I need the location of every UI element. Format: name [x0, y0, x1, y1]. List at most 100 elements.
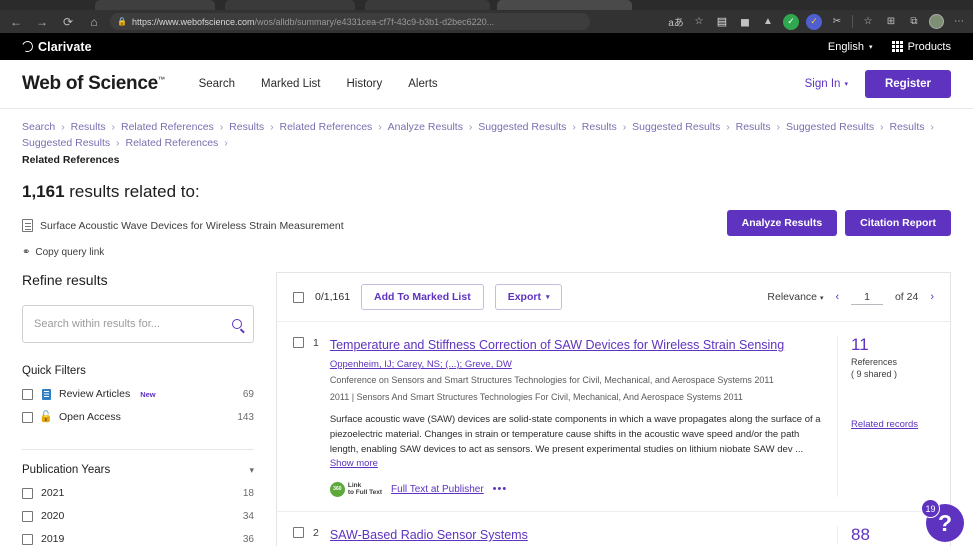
- link-to-full-text-badge[interactable]: 360 Link to Full Text: [329, 481, 382, 497]
- triangle-icon[interactable]: ▲: [760, 14, 776, 30]
- reload-icon[interactable]: ⟳: [58, 13, 78, 31]
- record-authors[interactable]: Oppenheim, IJ; Carey, NS; (...); Greve, …: [330, 359, 826, 370]
- breadcrumb-item[interactable]: Suggested Results: [22, 137, 110, 149]
- analyze-results-button[interactable]: Analyze Results: [726, 210, 838, 236]
- scissors-icon[interactable]: ✂: [829, 14, 845, 30]
- filter-year-2019[interactable]: 2019 36: [22, 533, 254, 545]
- language-selector[interactable]: English ▾: [828, 41, 873, 53]
- search-within-results[interactable]: [22, 305, 254, 343]
- nav-item-search[interactable]: Search: [199, 78, 235, 90]
- wos-logo[interactable]: Web of Science™: [22, 73, 165, 95]
- show-more-link[interactable]: Show more: [330, 458, 378, 469]
- products-menu[interactable]: Products: [892, 41, 951, 53]
- reference-label: References: [851, 357, 898, 367]
- back-arrow-icon[interactable]: ←: [6, 13, 26, 31]
- copy-query-link[interactable]: ⚭ Copy query link: [22, 247, 951, 258]
- home-icon[interactable]: ⌂: [84, 13, 104, 31]
- breadcrumb-item[interactable]: Results: [889, 121, 924, 133]
- mask-icon[interactable]: ▅: [737, 14, 753, 30]
- browser-tab[interactable]: [95, 0, 215, 10]
- record-metrics: 88: [837, 525, 934, 544]
- breadcrumb-item[interactable]: Related References: [280, 121, 373, 133]
- blue-check-icon[interactable]: ✓: [806, 13, 822, 30]
- checkbox[interactable]: [22, 388, 33, 400]
- page-number-input[interactable]: 1: [851, 290, 883, 305]
- add-collection-icon[interactable]: ⊞: [883, 14, 899, 30]
- filter-review-articles[interactable]: Review Articles New 69: [22, 388, 254, 400]
- breadcrumb-item[interactable]: Suggested Results: [786, 121, 874, 133]
- search-within-input[interactable]: [34, 318, 232, 330]
- breadcrumb-item[interactable]: Analyze Results: [388, 121, 463, 133]
- chevron-down-icon[interactable]: ▾: [249, 465, 254, 476]
- document-icon[interactable]: ▤: [714, 14, 730, 30]
- forward-arrow-icon[interactable]: →: [32, 13, 52, 31]
- read-aloud-icon[interactable]: aあ: [668, 14, 684, 30]
- checkbox[interactable]: [22, 487, 33, 499]
- reference-count: 11: [851, 335, 869, 354]
- checkbox[interactable]: [22, 510, 33, 522]
- breadcrumb-separator: ›: [108, 121, 118, 133]
- full-text-at-publisher-link[interactable]: Full Text at Publisher: [391, 484, 484, 495]
- address-bar[interactable]: 🔒 https://www.webofscience.com/wos/alldb…: [110, 13, 590, 30]
- full-text-circle-icon: 360: [329, 481, 345, 497]
- breadcrumb-item[interactable]: Suggested Results: [478, 121, 566, 133]
- results-action-buttons: Analyze Results Citation Report: [726, 210, 951, 236]
- checkbox[interactable]: [22, 533, 33, 545]
- record-title-link[interactable]: Temperature and Stiffness Correction of …: [330, 338, 784, 352]
- help-notification-badge[interactable]: 19: [921, 499, 940, 518]
- wos-logo-text: Web of Science: [22, 73, 158, 94]
- nav-item-alerts[interactable]: Alerts: [408, 78, 437, 90]
- export-button[interactable]: Export ▾: [494, 284, 563, 310]
- breadcrumb-separator: ›: [927, 121, 934, 133]
- clarivate-mark-icon: [20, 39, 35, 54]
- more-options-icon[interactable]: ⋯: [951, 14, 967, 30]
- breadcrumb-item[interactable]: Search: [22, 121, 55, 133]
- favorites-icon[interactable]: ☆: [860, 14, 876, 30]
- breadcrumb-current: Related References: [22, 154, 120, 166]
- clarivate-bar: Clarivate English ▾ Products: [0, 33, 973, 60]
- filter-open-access[interactable]: 🔓 Open Access 143: [22, 411, 254, 423]
- sort-selector[interactable]: Relevance ▾: [767, 291, 823, 303]
- record-title-link[interactable]: SAW-Based Radio Sensor Systems: [330, 528, 528, 542]
- browser-tab[interactable]: [365, 0, 490, 10]
- refine-results-sidebar: Refine results Quick Filters Review Arti…: [22, 272, 254, 546]
- more-options-icon[interactable]: •••: [493, 483, 508, 495]
- green-check-icon[interactable]: ✓: [783, 13, 799, 30]
- related-records-link[interactable]: Related records: [851, 419, 934, 430]
- breadcrumb-item[interactable]: Results: [736, 121, 771, 133]
- profile-avatar-icon[interactable]: [929, 14, 944, 29]
- register-button[interactable]: Register: [864, 70, 951, 98]
- breadcrumb-item[interactable]: Results: [582, 121, 617, 133]
- split-screen-icon[interactable]: ⧉: [906, 14, 922, 30]
- clarivate-logo[interactable]: Clarivate: [20, 39, 92, 54]
- breadcrumb-item[interactable]: Related References: [125, 137, 218, 149]
- filter-year-2020[interactable]: 2020 34: [22, 510, 254, 522]
- chevron-right-icon[interactable]: ›: [930, 291, 934, 303]
- citation-report-button[interactable]: Citation Report: [845, 210, 951, 236]
- collections-icon[interactable]: ☆: [691, 14, 707, 30]
- chevron-down-icon: ▾: [844, 81, 848, 88]
- select-all-checkbox[interactable]: [293, 291, 304, 303]
- add-to-marked-list-button[interactable]: Add To Marked List: [361, 284, 484, 310]
- nav-item-history[interactable]: History: [346, 78, 382, 90]
- breadcrumb-item[interactable]: Results: [71, 121, 106, 133]
- breadcrumb-item[interactable]: Results: [229, 121, 264, 133]
- breadcrumb-item[interactable]: Related References: [121, 121, 214, 133]
- language-label: English: [827, 40, 864, 53]
- results-header: 1,161 results related to: Surface Acoust…: [0, 166, 973, 258]
- chevron-left-icon[interactable]: ‹: [835, 291, 839, 303]
- browser-tab-strip[interactable]: [0, 0, 973, 10]
- sign-in-button[interactable]: Sign In ▾: [805, 78, 848, 90]
- nav-item-marked-list[interactable]: Marked List: [261, 78, 320, 90]
- record-checkbox[interactable]: [293, 526, 304, 538]
- search-icon[interactable]: [232, 319, 242, 329]
- filter-year-2021[interactable]: 2021 18: [22, 487, 254, 499]
- checkbox[interactable]: [22, 411, 33, 423]
- trademark-symbol: ™: [157, 76, 165, 84]
- year-label: 2021: [41, 487, 65, 499]
- browser-tab[interactable]: [225, 0, 355, 10]
- browser-tab-active[interactable]: [497, 0, 632, 10]
- publication-years-section[interactable]: Publication Years ▾: [22, 449, 254, 476]
- record-checkbox[interactable]: [293, 337, 304, 348]
- breadcrumb-item[interactable]: Suggested Results: [632, 121, 720, 133]
